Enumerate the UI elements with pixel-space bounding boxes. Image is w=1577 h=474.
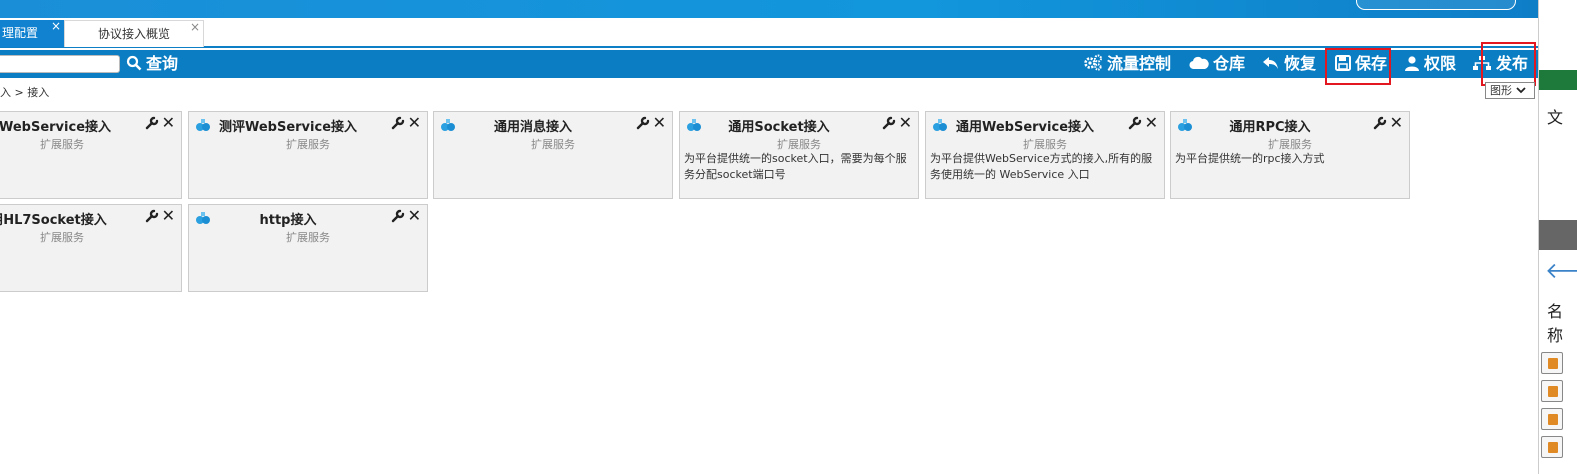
back-arrow-icon[interactable]: 🡐 — [1545, 258, 1577, 284]
card-title: 通用Socket接入 — [728, 120, 830, 135]
search-icon — [126, 55, 142, 71]
gears-icon — [1084, 54, 1102, 71]
top-banner — [0, 0, 1538, 18]
tab-protocol-overview-label: 协议接入概览 — [97, 27, 170, 41]
service-card[interactable]: 通用消息接入 扩展服务 ✕ — [433, 111, 673, 199]
card-subtitle: 扩展服务 — [286, 138, 330, 151]
tab-protocol-overview-close-icon[interactable]: × — [190, 14, 200, 41]
wrench-icon[interactable] — [1373, 116, 1387, 130]
java-file-icon[interactable] — [1541, 352, 1563, 374]
search-button[interactable]: 查询 — [126, 50, 178, 78]
cloud-icon — [1189, 56, 1209, 70]
wrench-icon[interactable] — [391, 116, 405, 130]
wrench-icon[interactable] — [882, 116, 896, 130]
restore-button[interactable]: 恢复 — [1262, 50, 1316, 78]
close-icon[interactable]: ✕ — [653, 114, 666, 132]
right-side-panel: 文 🡐 名称 — [1538, 0, 1577, 474]
panel-label-line1: 文 — [1547, 108, 1564, 127]
wrench-icon[interactable] — [391, 209, 405, 223]
wrench-icon[interactable] — [145, 116, 159, 130]
breadcrumb: 入 > 接入 — [0, 86, 50, 99]
card-title: 测评WebService接入 — [218, 120, 358, 135]
close-icon[interactable]: ✕ — [1145, 114, 1158, 132]
tab-config[interactable]: 理配置 × — [0, 19, 64, 47]
service-card[interactable]: 通用HL7Socket接入 扩展服务 ✕ — [0, 204, 182, 292]
wrench-icon[interactable] — [636, 116, 650, 130]
chevron-down-icon — [1515, 87, 1526, 94]
top-search-pill[interactable] — [1356, 0, 1516, 10]
card-title: 日保WebService接入 — [0, 120, 112, 135]
service-card[interactable]: 通用Socket接入 扩展服务 为平台提供统一的socket入口，需要为每个服务… — [679, 111, 919, 199]
card-subtitle: 扩展服务 — [40, 231, 84, 244]
service-card[interactable]: 通用WebService接入 扩展服务 为平台提供WebService方式的接入… — [925, 111, 1165, 199]
card-description: 为平台提供WebService方式的接入,所有的服务使用统一的 WebServi… — [930, 152, 1153, 181]
card-title: 通用RPC接入 — [1229, 120, 1311, 135]
card-subtitle: 扩展服务 — [531, 138, 575, 151]
card-subtitle: 扩展服务 — [1023, 138, 1067, 151]
warehouse-button[interactable]: 仓库 — [1189, 50, 1245, 78]
permission-label: 权限 — [1424, 54, 1457, 73]
search-input[interactable] — [0, 55, 120, 73]
flow-control-label: 流量控制 — [1107, 54, 1172, 73]
service-card[interactable]: http接入 扩展服务 ✕ — [188, 204, 428, 292]
user-icon — [1405, 56, 1419, 71]
card-subtitle: 扩展服务 — [40, 138, 84, 151]
view-mode-select[interactable]: 图形 — [1485, 82, 1535, 99]
panel-header-bar — [1539, 70, 1577, 90]
close-icon[interactable]: ✕ — [162, 114, 175, 132]
service-card[interactable]: 日保WebService接入 扩展服务 ✕ — [0, 111, 182, 199]
card-subtitle: 扩展服务 — [1268, 138, 1312, 151]
toolbar: 查询 流量控制 仓库 恢复 保存 权限 发布 — [0, 50, 1538, 78]
java-file-icon[interactable] — [1541, 436, 1563, 458]
card-description: 为平台提供统一的socket入口，需要为每个服务分配socket端口号 — [684, 152, 907, 181]
view-mode-value: 图形 — [1490, 84, 1512, 97]
publish-highlight-box — [1481, 42, 1536, 86]
flow-control-button[interactable]: 流量控制 — [1083, 50, 1171, 78]
permission-button[interactable]: 权限 — [1404, 50, 1456, 78]
tab-protocol-overview[interactable]: 协议接入概览 × — [64, 20, 204, 47]
card-description: 为平台提供统一的rpc接入方式 — [1175, 152, 1325, 165]
wrench-icon[interactable] — [145, 209, 159, 223]
warehouse-label: 仓库 — [1213, 54, 1246, 73]
undo-icon — [1263, 57, 1278, 69]
card-title: http接入 — [259, 213, 317, 228]
service-card[interactable]: 测评WebService接入 扩展服务 ✕ — [188, 111, 428, 199]
wrench-icon[interactable] — [1128, 116, 1142, 130]
close-icon[interactable]: ✕ — [162, 207, 175, 225]
tab-bar: 理配置 × 协议接入概览 × — [0, 18, 1538, 48]
tab-config-label: 理配置 — [2, 26, 39, 40]
panel-gray-bar — [1539, 220, 1577, 250]
panel-label-line2: 名称 — [1547, 302, 1564, 345]
close-icon[interactable]: ✕ — [899, 114, 912, 132]
search-button-label: 查询 — [146, 54, 179, 73]
close-icon[interactable]: ✕ — [408, 207, 421, 225]
service-card[interactable]: 通用RPC接入 扩展服务 为平台提供统一的rpc接入方式 ✕ — [1170, 111, 1410, 199]
save-highlight-box — [1325, 48, 1391, 85]
card-title: 通用消息接入 — [493, 120, 572, 135]
close-icon[interactable]: ✕ — [1390, 114, 1403, 132]
card-title: 通用HL7Socket接入 — [0, 213, 107, 228]
card-subtitle: 扩展服务 — [286, 231, 330, 244]
card-title: 通用WebService接入 — [955, 120, 1095, 135]
card-subtitle: 扩展服务 — [777, 138, 821, 151]
java-file-icon[interactable] — [1541, 408, 1563, 430]
tab-config-close-icon[interactable]: × — [51, 13, 61, 40]
java-file-icon[interactable] — [1541, 380, 1563, 402]
restore-label: 恢复 — [1284, 54, 1317, 73]
close-icon[interactable]: ✕ — [408, 114, 421, 132]
